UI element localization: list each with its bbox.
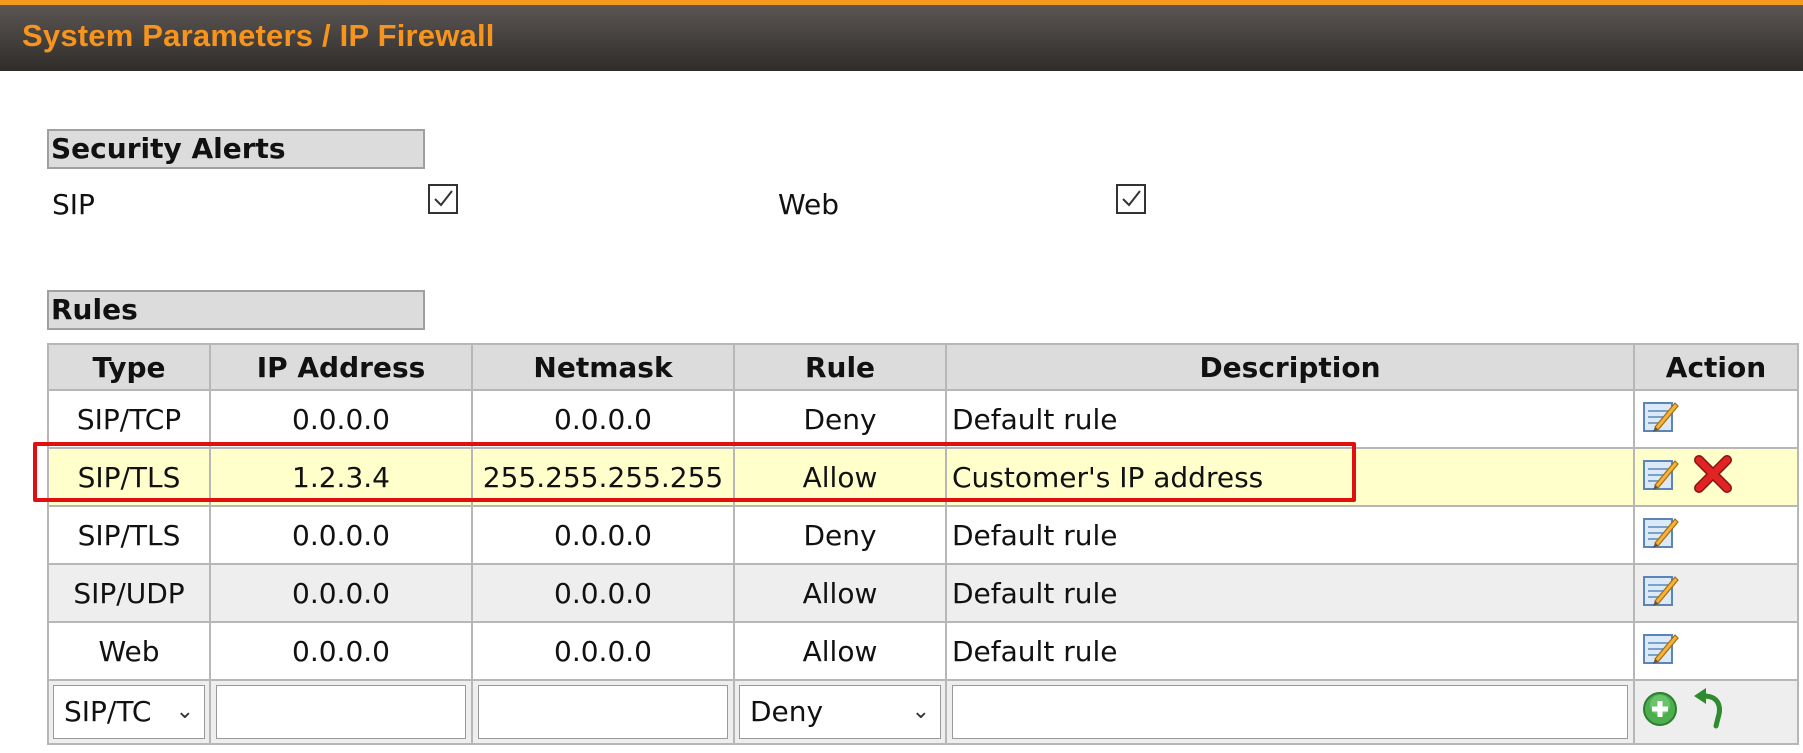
new-rule-actions-cell [1633, 679, 1799, 745]
cell-actions [1633, 563, 1799, 623]
new-rule-netmask-cell [471, 679, 735, 745]
new-rule-description-cell [945, 679, 1635, 745]
cell-ip: 0.0.0.0 [209, 505, 473, 565]
cell-actions [1633, 505, 1799, 565]
cell-actions [1633, 621, 1799, 681]
sip-alert-checkbox[interactable] [428, 184, 458, 214]
rules-table: Type IP Address Netmask Rule Description… [47, 343, 1799, 745]
new-rule-rule-cell: Deny ⌄ [733, 679, 947, 745]
add-icon[interactable] [1641, 690, 1679, 735]
cell-description: Default rule [945, 563, 1635, 623]
type-select[interactable]: SIP/TC ⌄ [53, 685, 205, 739]
cell-ip: 0.0.0.0 [209, 389, 473, 449]
edit-icon[interactable] [1641, 571, 1679, 616]
new-rule-ip-cell [209, 679, 473, 745]
cell-actions [1633, 389, 1799, 449]
column-header-rule: Rule [733, 343, 947, 391]
web-alert-label: Web [778, 188, 840, 221]
cell-rule: Allow [733, 621, 947, 681]
cell-ip: 0.0.0.0 [209, 563, 473, 623]
page-title: System Parameters / IP Firewall [22, 18, 495, 53]
sip-alert-label: SIP [52, 188, 95, 221]
security-alerts-header: Security Alerts [47, 129, 425, 169]
table-row: SIP/TLS 0.0.0.0 0.0.0.0 Deny Default rul… [47, 505, 1799, 565]
new-rule-type-cell: SIP/TC ⌄ [47, 679, 211, 745]
cell-ip: 0.0.0.0 [209, 621, 473, 681]
rules-header: Rules [47, 290, 425, 330]
edit-icon[interactable] [1641, 513, 1679, 558]
cell-type: SIP/UDP [47, 563, 211, 623]
checkmark-icon [434, 190, 453, 207]
cell-rule: Allow [733, 563, 947, 623]
cell-actions [1633, 447, 1799, 507]
column-header-type: Type [47, 343, 211, 391]
netmask-input[interactable] [478, 685, 728, 739]
chevron-down-icon: ⌄ [911, 699, 930, 724]
highlight-annotation [33, 442, 1356, 502]
cell-netmask: 0.0.0.0 [471, 563, 735, 623]
rule-select-value: Deny [750, 695, 824, 728]
cell-description: Default rule [945, 621, 1635, 681]
edit-icon[interactable] [1641, 397, 1679, 442]
cell-type: Web [47, 621, 211, 681]
chevron-down-icon: ⌄ [175, 699, 194, 724]
column-header-description: Description [945, 343, 1635, 391]
rule-select[interactable]: Deny ⌄ [739, 685, 941, 739]
edit-icon[interactable] [1641, 455, 1679, 500]
cell-rule: Deny [733, 389, 947, 449]
cell-description: Default rule [945, 505, 1635, 565]
table-row: SIP/UDP 0.0.0.0 0.0.0.0 Allow Default ru… [47, 563, 1799, 623]
table-row: Web 0.0.0.0 0.0.0.0 Allow Default rule [47, 621, 1799, 681]
new-rule-row: SIP/TC ⌄ Deny ⌄ [47, 679, 1799, 745]
description-input[interactable] [952, 685, 1628, 739]
column-header-action: Action [1633, 343, 1799, 391]
cell-type: SIP/TLS [47, 505, 211, 565]
cell-type: SIP/TCP [47, 389, 211, 449]
cell-netmask: 0.0.0.0 [471, 389, 735, 449]
cell-netmask: 0.0.0.0 [471, 505, 735, 565]
title-bar: System Parameters / IP Firewall [0, 0, 1803, 71]
ip-address-input[interactable] [216, 685, 466, 739]
edit-icon[interactable] [1641, 629, 1679, 674]
undo-icon[interactable] [1692, 687, 1730, 737]
column-header-ip-address: IP Address [209, 343, 473, 391]
checkmark-icon [1122, 190, 1141, 207]
delete-icon[interactable] [1692, 453, 1734, 502]
type-select-value: SIP/TC [64, 695, 152, 728]
cell-description: Default rule [945, 389, 1635, 449]
table-header-row: Type IP Address Netmask Rule Description… [47, 343, 1799, 391]
table-row: SIP/TCP 0.0.0.0 0.0.0.0 Deny Default rul… [47, 389, 1799, 449]
web-alert-checkbox[interactable] [1116, 184, 1146, 214]
cell-rule: Deny [733, 505, 947, 565]
cell-netmask: 0.0.0.0 [471, 621, 735, 681]
column-header-netmask: Netmask [471, 343, 735, 391]
